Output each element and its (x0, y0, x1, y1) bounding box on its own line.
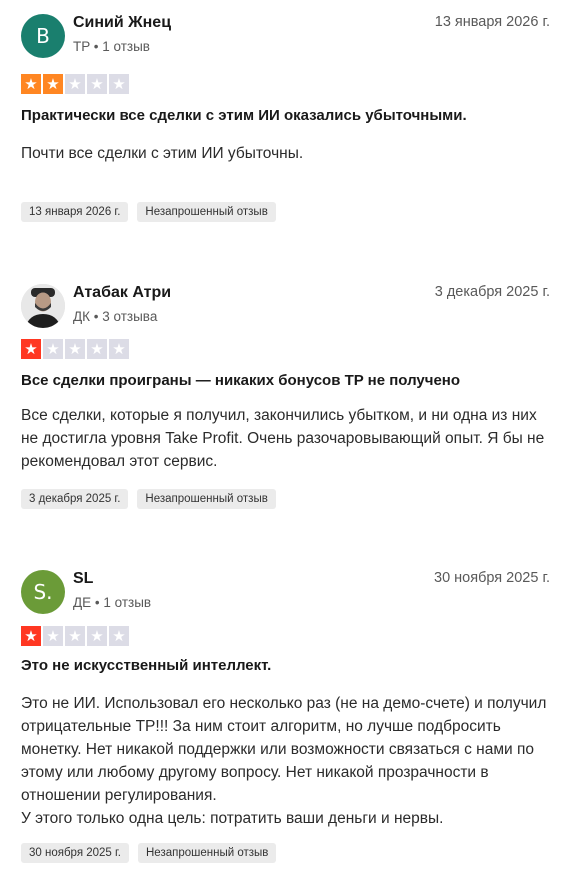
star-icon: ★ (65, 74, 85, 94)
reviewer-review-count: 3 отзыва (102, 309, 158, 324)
experience-date-tag: 30 ноября 2025 г. (21, 843, 129, 863)
reviewer-name[interactable]: SL (73, 570, 93, 588)
star-icon: ★ (109, 626, 129, 646)
reviewer-name[interactable]: Атабак Атри (73, 284, 171, 302)
star-icon: ★ (21, 339, 41, 359)
experience-date-tag: 3 декабря 2025 г. (21, 489, 129, 509)
star-icon: ★ (87, 626, 107, 646)
star-icon: ★ (21, 626, 41, 646)
star-icon: ★ (87, 339, 107, 359)
avatar[interactable] (21, 284, 65, 328)
reviewer-name[interactable]: Синий Жнец (73, 14, 171, 32)
reviewer-country: ДК (73, 309, 91, 324)
avatar[interactable]: S. (21, 570, 65, 614)
user-photo-icon (21, 284, 65, 328)
review-title[interactable]: Все сделки проиграны — никаких бонусов T… (21, 372, 550, 389)
unprompted-review-tag[interactable]: Незапрошенный отзыв (137, 489, 276, 509)
experience-date-tag: 13 января 2026 г. (21, 202, 129, 222)
star-icon: ★ (65, 339, 85, 359)
review-date: 30 ноября 2025 г. (434, 570, 550, 586)
review-tags: 3 декабря 2025 г. Незапрошенный отзыв (21, 489, 276, 509)
review-date: 13 января 2026 г. (434, 14, 550, 30)
meta-separator: • (90, 309, 103, 324)
star-icon: ★ (65, 626, 85, 646)
star-icon: ★ (109, 339, 129, 359)
reviewer-meta: ДЕ • 1 отзыв (73, 595, 151, 610)
review-tags: 30 ноября 2025 г. Незапрошенный отзыв (21, 843, 277, 863)
review-body: Почти все сделки с этим ИИ убыточны. (21, 145, 304, 162)
review-body: Все сделки, которые я получил, закончили… (21, 407, 545, 470)
meta-separator: • (90, 39, 103, 54)
reviewer-review-count: 1 отзыв (103, 595, 152, 610)
star-icon: ★ (43, 626, 63, 646)
reviewer-country: TP (73, 39, 91, 54)
review-card: В Синий Жнец TP • 1 отзыв 13 января 2026… (0, 0, 569, 222)
review-title[interactable]: Практически все сделки с этим ИИ оказали… (21, 107, 550, 124)
review-header: Атабак Атри ДК • 3 отзыва 3 декабря 2025… (0, 270, 569, 328)
review-date: 3 декабря 2025 г. (434, 284, 550, 300)
star-icon: ★ (21, 74, 41, 94)
reviewer-review-count: 1 отзыв (102, 39, 150, 54)
reviewer-meta: TP • 1 отзыв (73, 39, 150, 54)
avatar[interactable]: В (21, 14, 65, 58)
review-title[interactable]: Это не искусственный интеллект. (21, 657, 550, 674)
star-rating: ★ ★ ★ ★ ★ (21, 626, 129, 646)
unprompted-review-tag[interactable]: Незапрошенный отзыв (137, 202, 276, 222)
review-header: S. SL ДЕ • 1 отзыв 30 ноября 2025 г. (0, 556, 569, 614)
star-icon: ★ (87, 74, 107, 94)
unprompted-review-tag[interactable]: Незапрошенный отзыв (138, 843, 277, 863)
meta-separator: • (91, 595, 104, 610)
star-icon: ★ (43, 339, 63, 359)
review-tags: 13 января 2026 г. Незапрошенный отзыв (21, 202, 276, 222)
star-icon: ★ (43, 74, 63, 94)
reviews-feed: В Синий Жнец TP • 1 отзыв 13 января 2026… (0, 0, 569, 893)
star-rating: ★ ★ ★ ★ ★ (21, 339, 129, 359)
review-header: В Синий Жнец TP • 1 отзыв 13 января 2026… (0, 0, 569, 58)
star-rating: ★ ★ ★ ★ ★ (21, 74, 129, 94)
star-icon: ★ (109, 74, 129, 94)
review-body: Это не ИИ. Использовал его несколько раз… (21, 695, 547, 827)
review-card: Атабак Атри ДК • 3 отзыва 3 декабря 2025… (0, 270, 569, 509)
review-card: S. SL ДЕ • 1 отзыв 30 ноября 2025 г. ★ ★… (0, 556, 569, 863)
reviewer-meta: ДК • 3 отзыва (73, 309, 157, 324)
reviewer-country: ДЕ (73, 595, 92, 610)
